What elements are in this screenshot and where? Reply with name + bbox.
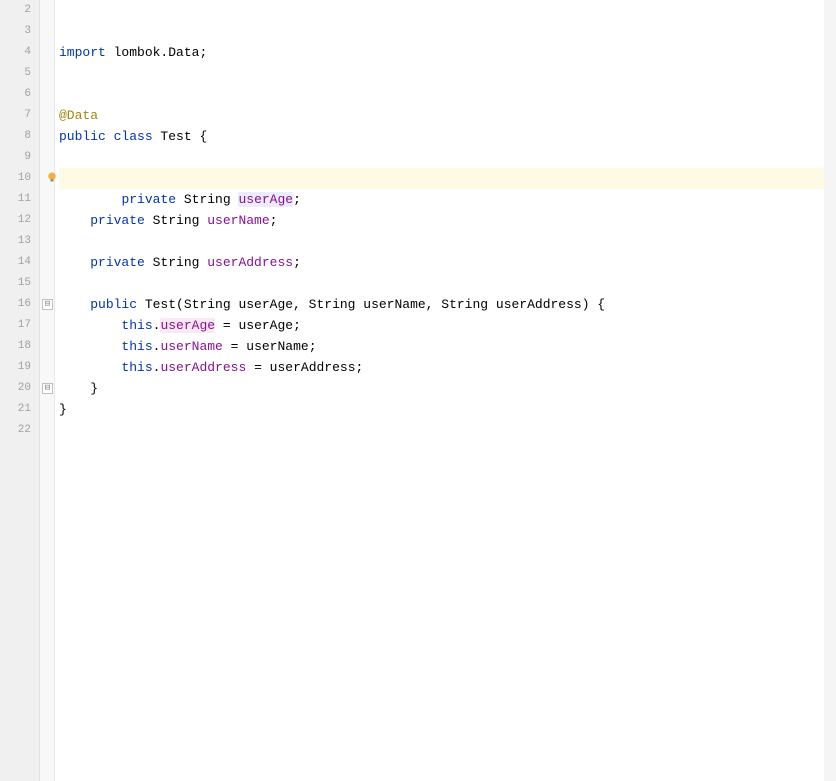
code-line[interactable]: } xyxy=(59,399,836,420)
assignment: = userAge; xyxy=(215,318,301,333)
field-name: userName xyxy=(207,213,269,228)
line-number-gutter: 2 3 4 5 6 7 8 9 10 11 12 13 14 15 16 17 … xyxy=(0,0,40,781)
indent xyxy=(59,339,121,354)
intention-bulb-icon[interactable] xyxy=(45,170,59,184)
code-line[interactable]: this.userAge = userAge; xyxy=(59,315,836,336)
semicolon: ; xyxy=(199,45,207,60)
field-usage: userAddress xyxy=(160,360,246,375)
brace-open: { xyxy=(199,129,207,144)
indent xyxy=(59,213,90,228)
package-path: lombok. xyxy=(106,45,168,60)
keyword-class: class xyxy=(106,129,153,144)
keyword-private: private xyxy=(90,255,145,270)
assignment: = userName; xyxy=(223,339,317,354)
keyword-private: private xyxy=(90,213,145,228)
line-number: 19 xyxy=(0,357,39,378)
code-line[interactable]: this.userAddress = userAddress; xyxy=(59,357,836,378)
line-number: 9 xyxy=(0,147,39,168)
code-line[interactable] xyxy=(59,231,836,252)
code-line[interactable] xyxy=(59,189,836,210)
code-line[interactable]: private String userName; xyxy=(59,210,836,231)
code-line[interactable]: public Test(String userAge, String userN… xyxy=(59,294,836,315)
code-line[interactable] xyxy=(59,84,836,105)
line-number: 22 xyxy=(0,420,39,441)
brace-close: } xyxy=(59,402,67,417)
code-line[interactable] xyxy=(59,420,836,441)
field-usage-highlighted: userAge xyxy=(160,318,215,333)
brace-close: } xyxy=(90,381,98,396)
keyword-public: public xyxy=(59,129,106,144)
fold-collapse-icon[interactable]: ⊟ xyxy=(42,383,53,394)
line-number: 8 xyxy=(0,126,39,147)
line-number: 18 xyxy=(0,336,39,357)
keyword-this: this xyxy=(121,360,152,375)
class-name: Test xyxy=(153,129,200,144)
class-reference: Data xyxy=(168,45,199,60)
line-number: 21 xyxy=(0,399,39,420)
semicolon: ; xyxy=(270,213,278,228)
line-number: 14 xyxy=(0,252,39,273)
code-line[interactable]: this.userName = userName; xyxy=(59,336,836,357)
keyword-import: import xyxy=(59,45,106,60)
line-number: 11 xyxy=(0,189,39,210)
line-number: 15 xyxy=(0,273,39,294)
line-number: 13 xyxy=(0,231,39,252)
line-number: 2 xyxy=(0,0,39,21)
vertical-scrollbar[interactable] xyxy=(824,0,836,781)
indent xyxy=(59,381,90,396)
line-number: 3 xyxy=(0,21,39,42)
line-number: 17 xyxy=(0,315,39,336)
code-line[interactable]: import lombok.Data; xyxy=(59,42,836,63)
field-usage: userName xyxy=(160,339,222,354)
constructor-signature: Test(String userAge, String userName, St… xyxy=(137,297,605,312)
field-name: userAddress xyxy=(207,255,293,270)
line-number: 4 xyxy=(0,42,39,63)
type-string: String xyxy=(145,255,207,270)
indent xyxy=(59,255,90,270)
code-line[interactable]: @Data xyxy=(59,105,836,126)
code-editor[interactable]: import lombok.Data; @Data public class T… xyxy=(55,0,836,781)
code-line[interactable] xyxy=(59,147,836,168)
code-line[interactable]: public class Test { xyxy=(59,126,836,147)
keyword-this: this xyxy=(121,318,152,333)
line-number: 6 xyxy=(0,84,39,105)
code-line[interactable] xyxy=(59,273,836,294)
code-line-current[interactable]: private String userAge; xyxy=(59,168,836,189)
indent xyxy=(59,297,90,312)
code-line[interactable] xyxy=(59,0,836,21)
code-line[interactable] xyxy=(59,63,836,84)
line-number: 10 xyxy=(0,168,39,189)
code-line[interactable] xyxy=(59,21,836,42)
code-line[interactable]: private String userAddress; xyxy=(59,252,836,273)
line-number: 16 xyxy=(0,294,39,315)
semicolon: ; xyxy=(293,255,301,270)
line-number: 7 xyxy=(0,105,39,126)
indent xyxy=(59,318,121,333)
fold-collapse-icon[interactable]: ⊟ xyxy=(42,299,53,310)
type-string: String xyxy=(145,213,207,228)
keyword-this: this xyxy=(121,339,152,354)
line-number: 5 xyxy=(0,63,39,84)
code-line[interactable]: } xyxy=(59,378,836,399)
annotation: @Data xyxy=(59,108,98,123)
line-number: 12 xyxy=(0,210,39,231)
assignment: = userAddress; xyxy=(246,360,363,375)
indent xyxy=(59,360,121,375)
line-number: 20 xyxy=(0,378,39,399)
fold-gutter: ⊟ ⊟ xyxy=(40,0,55,781)
keyword-public: public xyxy=(90,297,137,312)
